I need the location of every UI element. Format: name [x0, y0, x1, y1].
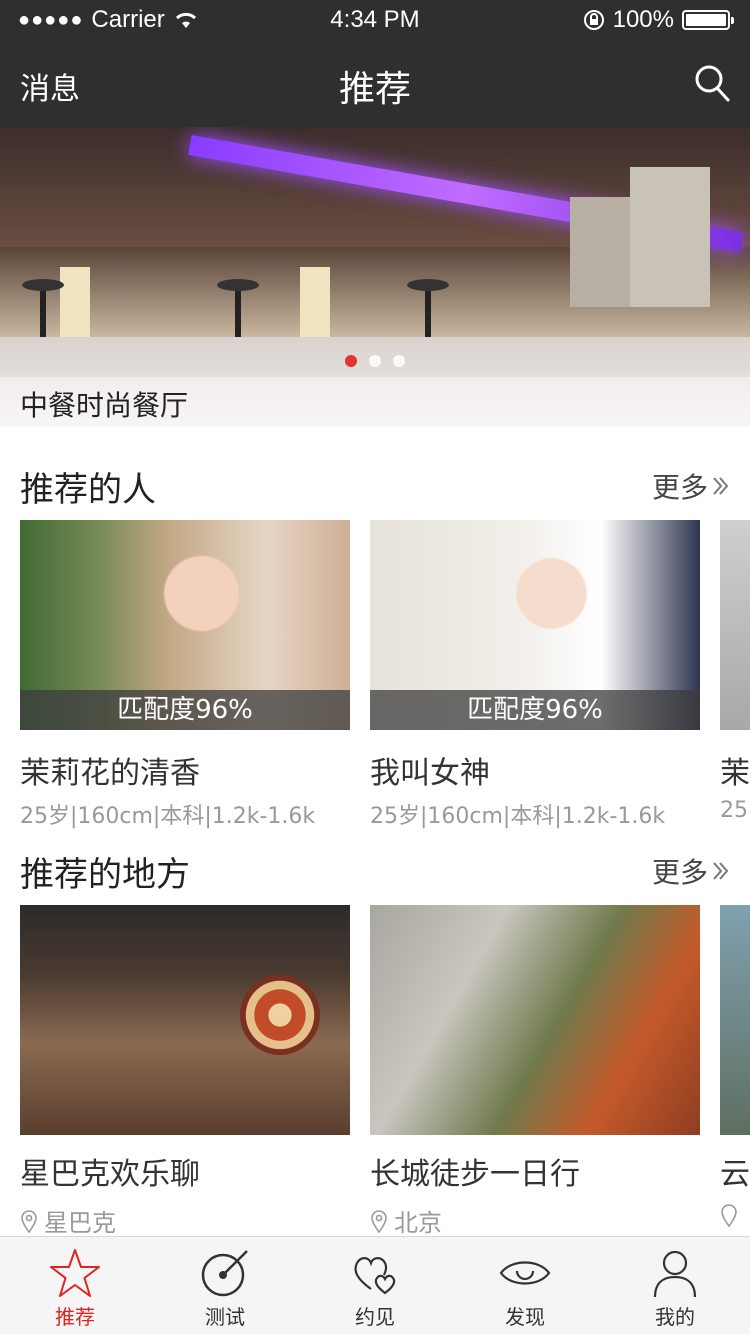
place-card-partial[interactable]: 云	[720, 905, 750, 1227]
location-pin-icon	[371, 1209, 387, 1233]
search-icon[interactable]	[694, 64, 730, 104]
double-chevron-right-icon	[713, 477, 729, 495]
location-pin-icon	[21, 1209, 37, 1233]
banner-caption: 中餐时尚餐厅	[20, 389, 189, 422]
match-badge: 匹配度96%	[20, 690, 350, 730]
person-meta: 25	[720, 798, 748, 823]
tab-me[interactable]: 我的	[600, 1237, 750, 1334]
person-meta: 25岁|160cm|本科|1.2k-1.6k	[20, 804, 316, 829]
people-more-button[interactable]: 更多	[652, 466, 730, 506]
more-label: 更多	[651, 471, 708, 504]
places-more-button[interactable]: 更多	[652, 851, 730, 891]
person-photo: 匹配度96%	[20, 520, 350, 730]
battery-percent: 100%	[612, 6, 674, 33]
status-bar: ●●●●● Carrier 4:34 PM 100%	[0, 0, 750, 40]
tab-label: 推荐	[55, 1305, 95, 1329]
place-name: 星巴克欢乐聊	[20, 1157, 200, 1192]
banner-building	[630, 167, 710, 307]
place-name: 云	[720, 1157, 750, 1192]
banner-building	[570, 197, 630, 307]
gauge-icon	[201, 1250, 248, 1297]
tab-label: 我的	[655, 1305, 695, 1329]
place-location: 星巴克	[20, 1203, 350, 1238]
person-photo: 匹配度96%	[370, 520, 700, 730]
tab-meet[interactable]: 约见	[300, 1237, 450, 1334]
place-location	[720, 1203, 750, 1227]
pager-dot[interactable]	[369, 355, 381, 367]
person-photo	[720, 520, 750, 730]
eye-icon	[499, 1261, 551, 1285]
status-right: 100%	[583, 6, 734, 34]
banner-caption-bar: 中餐时尚餐厅	[0, 377, 750, 427]
nav-bar: 消息 推荐	[0, 40, 750, 127]
tab-test[interactable]: 测试	[150, 1237, 300, 1334]
tab-label: 测试	[205, 1305, 245, 1329]
place-photo	[370, 905, 700, 1135]
battery-icon	[682, 10, 734, 30]
pager-dot-active[interactable]	[345, 355, 357, 367]
tab-discover[interactable]: 发现	[450, 1237, 600, 1334]
person-name: 我叫女神	[370, 756, 490, 791]
person-meta: 25岁|160cm|本科|1.2k-1.6k	[370, 804, 666, 829]
place-card[interactable]: 星巴克欢乐聊 星巴克	[20, 905, 350, 1238]
section-title-places: 推荐的地方	[20, 855, 190, 895]
carousel-pager	[0, 355, 750, 367]
tab-label: 约见	[355, 1305, 395, 1329]
place-name: 长城徒步一日行	[370, 1157, 580, 1192]
hearts-icon	[354, 1257, 396, 1295]
tab-label: 发现	[505, 1305, 545, 1329]
person-card[interactable]: 匹配度96% 我叫女神 25岁|160cm|本科|1.2k-1.6k	[370, 520, 700, 830]
tab-bar: 推荐 测试 约见 发现 我的	[0, 1236, 750, 1334]
place-card[interactable]: 长城徒步一日行 北京	[370, 905, 700, 1238]
star-icon	[50, 1249, 100, 1297]
more-label: 更多	[651, 856, 708, 889]
match-badge: 匹配度96%	[370, 690, 700, 730]
place-photo	[720, 905, 750, 1135]
double-chevron-right-icon	[713, 862, 729, 880]
page-title: 推荐	[338, 69, 411, 110]
location-label: 北京	[394, 1209, 442, 1237]
person-name: 茉	[720, 756, 750, 791]
tab-recommend[interactable]: 推荐	[0, 1237, 150, 1334]
location-pin-icon	[721, 1204, 737, 1227]
person-name: 茉莉花的清香	[20, 756, 200, 791]
place-photo	[20, 905, 350, 1135]
section-title-people: 推荐的人	[20, 470, 156, 510]
person-card-partial[interactable]: 茉 25	[720, 520, 750, 823]
pager-dot[interactable]	[393, 355, 405, 367]
banner-carousel[interactable]: 中餐时尚餐厅	[0, 127, 750, 427]
top-bar: ●●●●● Carrier 4:34 PM 100% 消息 推荐	[0, 0, 750, 127]
location-label: 星巴克	[44, 1209, 116, 1237]
person-icon	[653, 1250, 697, 1298]
person-card[interactable]: 匹配度96% 茉莉花的清香 25岁|160cm|本科|1.2k-1.6k	[20, 520, 350, 830]
place-location: 北京	[370, 1203, 700, 1238]
rotation-lock-icon	[583, 10, 604, 30]
